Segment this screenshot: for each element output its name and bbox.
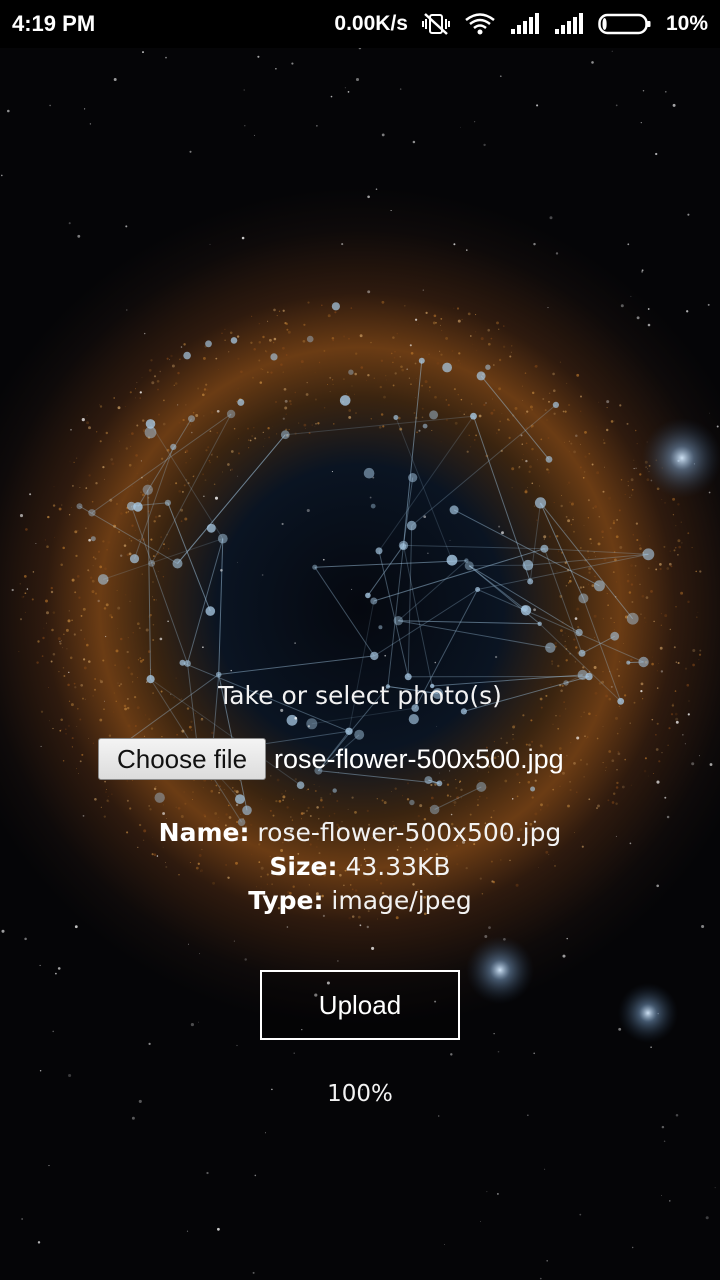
- mute-vibrate-icon: [421, 12, 450, 36]
- upload-form: Take or select photo(s) Choose file rose…: [0, 48, 720, 1280]
- file-info: Name: rose-flower-500x500.jpg Size: 43.3…: [0, 816, 720, 918]
- status-time: 4:19 PM: [12, 11, 96, 36]
- selected-file-name: rose-flower-500x500.jpg: [274, 743, 564, 774]
- type-label: Type:: [248, 886, 324, 915]
- file-name-line: Name: rose-flower-500x500.jpg: [0, 816, 720, 850]
- size-label: Size:: [269, 852, 338, 881]
- photo-prompt: Take or select photo(s): [218, 681, 502, 710]
- name-label: Name:: [158, 818, 250, 847]
- battery-percent: 10%: [665, 12, 708, 35]
- upload-button[interactable]: Upload: [260, 970, 460, 1040]
- signal-icon: [510, 13, 540, 35]
- wifi-icon: [464, 12, 496, 36]
- battery-icon: [598, 12, 652, 36]
- status-icons: 0.00K/s 10%: [334, 12, 708, 36]
- signal-icon: [554, 13, 584, 35]
- file-type-line: Type: image/jpeg: [0, 884, 720, 918]
- file-size-line: Size: 43.33KB: [0, 850, 720, 884]
- upload-progress: 100%: [327, 1081, 393, 1107]
- file-input: Choose file rose-flower-500x500.jpg: [98, 738, 564, 780]
- type-value: image/jpeg: [331, 886, 472, 915]
- name-value: rose-flower-500x500.jpg: [257, 818, 562, 847]
- size-value: 43.33KB: [345, 852, 451, 881]
- net-speed: 0.00K/s: [334, 12, 408, 35]
- choose-file-button[interactable]: Choose file: [98, 738, 266, 780]
- status-bar: 4:19 PM 0.00K/s 10%: [0, 0, 720, 48]
